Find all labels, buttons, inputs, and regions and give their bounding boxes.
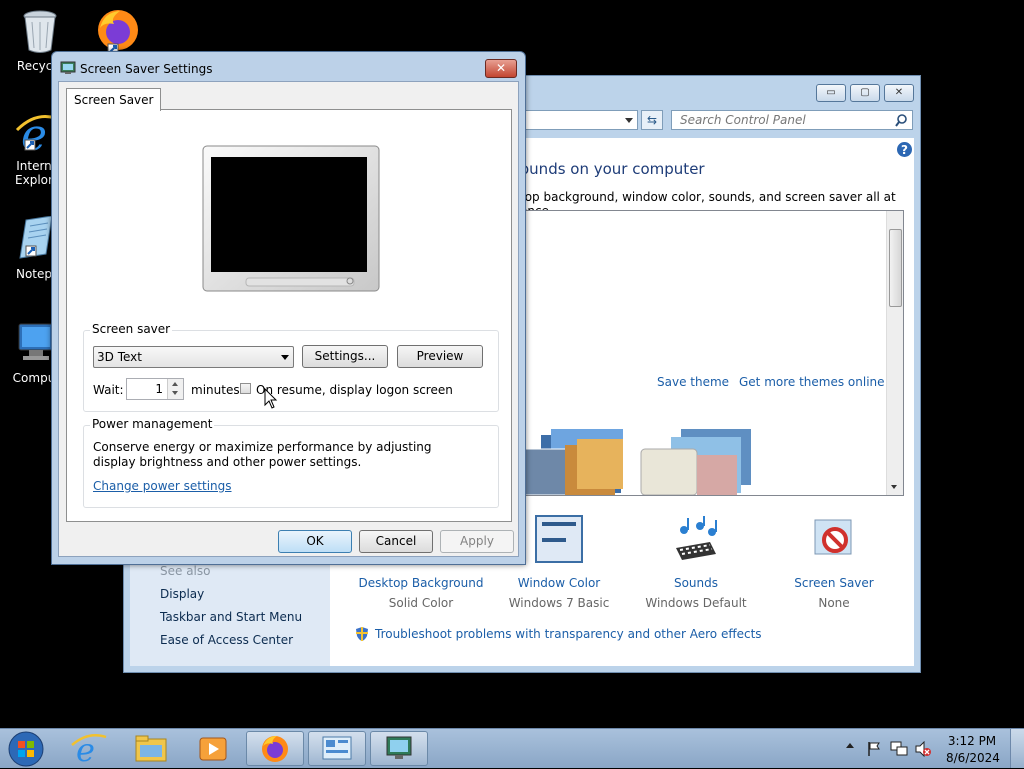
taskbar: e 3:12 PM 8/6/2024 <box>0 728 1024 769</box>
ok-button[interactable]: OK <box>278 530 352 553</box>
screen-saver-item[interactable]: Screen Saver None <box>764 514 904 610</box>
scroll-down-arrow-icon[interactable] <box>891 485 897 489</box>
minimize-button[interactable]: ▭ <box>816 84 846 102</box>
spin-down-icon[interactable] <box>172 391 178 395</box>
screen-saver-select-value: 3D Text <box>97 350 142 364</box>
taskbar-explorer-button[interactable] <box>122 731 180 766</box>
firefox-icon <box>98 10 138 55</box>
screen-saver-select[interactable]: 3D Text <box>93 346 294 368</box>
display-link[interactable]: Display <box>160 587 204 601</box>
refresh-icon[interactable]: ⇆ <box>641 110 663 130</box>
maximize-button[interactable]: ▢ <box>850 84 880 102</box>
spinner-buttons[interactable] <box>167 379 183 399</box>
cancel-button[interactable]: Cancel <box>359 530 433 553</box>
apply-button[interactable]: Apply <box>440 530 514 553</box>
firefox-desktop-icon[interactable] <box>78 6 158 57</box>
ease-of-access-link[interactable]: Ease of Access Center <box>160 633 293 647</box>
sounds-item[interactable]: Sounds Windows Default <box>626 514 766 610</box>
tab-panel: Screen saver 3D Text Settings... Preview… <box>66 109 512 522</box>
sounds-icon <box>676 516 717 560</box>
troubleshoot-link[interactable]: Troubleshoot problems with transparency … <box>375 627 762 641</box>
save-theme-link[interactable]: Save theme <box>657 375 729 389</box>
spin-up-icon[interactable] <box>172 382 178 386</box>
shield-icon <box>356 627 368 641</box>
tab-screen-saver[interactable]: Screen Saver <box>66 88 162 111</box>
taskbar-media-player-button[interactable] <box>184 731 242 766</box>
screen-saver-icon <box>814 519 852 555</box>
clock-date[interactable]: 8/6/2024 <box>946 751 1000 765</box>
resume-logon-label[interactable]: On resume, display logon screen <box>256 383 453 397</box>
folder-icon <box>135 735 167 762</box>
dialog-app-icon <box>60 61 76 74</box>
ie-taskbar-icon: e <box>71 731 107 769</box>
sounds-label[interactable]: Sounds <box>626 576 766 590</box>
clock-time[interactable]: 3:12 PM <box>946 734 998 748</box>
control-panel-icon <box>322 736 352 760</box>
search-box[interactable]: Search Control Panel <box>671 110 913 130</box>
change-power-settings-link[interactable]: Change power settings <box>93 479 232 493</box>
wait-label: Wait: <box>93 383 124 397</box>
sounds-value: Windows Default <box>645 596 747 610</box>
desktop-background-label[interactable]: Desktop Background <box>351 576 491 590</box>
scrollbar-thumb[interactable] <box>889 229 902 307</box>
taskbar-control-panel-button[interactable] <box>308 731 366 766</box>
recycle-bin-graphic <box>23 10 57 53</box>
screen-saver-taskbar-icon <box>386 736 412 759</box>
start-button[interactable] <box>6 730 46 768</box>
dialog-body: Screen Saver Screen saver 3D Text Settin… <box>58 81 519 557</box>
taskbar-firefox-button[interactable] <box>246 731 304 766</box>
window-color-value: Windows 7 Basic <box>508 596 610 610</box>
minutes-label: minutes <box>191 383 240 397</box>
address-bar[interactable] <box>524 110 638 130</box>
network-icon[interactable] <box>890 741 908 757</box>
taskbar-start-menu-link[interactable]: Taskbar and Start Menu <box>160 610 302 624</box>
chevron-down-icon <box>281 355 289 360</box>
dialog-close-button[interactable]: ✕ <box>485 59 517 78</box>
firefox-taskbar-icon <box>262 736 288 762</box>
wait-value[interactable]: 1 <box>155 382 163 396</box>
monitor-preview <box>202 145 380 292</box>
window-color-icon <box>535 515 583 563</box>
resume-logon-checkbox[interactable] <box>240 383 251 394</box>
screen-saver-settings-dialog: Screen Saver Settings ✕ Screen Saver Scr… <box>51 51 526 565</box>
help-icon[interactable]: ? <box>896 141 913 158</box>
settings-button[interactable]: Settings... <box>302 345 388 368</box>
themes-scrollbar[interactable] <box>886 211 903 495</box>
media-player-icon <box>199 737 227 761</box>
show-hidden-icons-icon[interactable] <box>846 743 854 748</box>
preview-button[interactable]: Preview <box>397 345 483 368</box>
themes-list[interactable]: Save theme Get more themes online <box>520 210 904 496</box>
notepad-graphic <box>19 215 53 259</box>
action-center-flag-icon[interactable] <box>866 741 882 757</box>
show-desktop-button[interactable] <box>1010 729 1024 768</box>
power-description: Conserve energy or maximize performance … <box>93 440 432 469</box>
power-management-title: Power management <box>90 417 215 431</box>
get-more-themes-link[interactable]: Get more themes online <box>739 375 885 389</box>
screen-saver-value: None <box>818 596 850 610</box>
window-color-label[interactable]: Window Color <box>489 576 629 590</box>
wait-minutes-spinner[interactable]: 1 <box>126 378 184 400</box>
window-close-button[interactable]: ✕ <box>884 84 914 102</box>
search-icon[interactable] <box>895 114 908 127</box>
see-also-heading: See also <box>160 564 211 578</box>
dialog-title: Screen Saver Settings <box>80 62 213 76</box>
screen-saver-group: Screen saver 3D Text Settings... Preview… <box>83 322 499 412</box>
screen-saver-group-title: Screen saver <box>90 322 173 336</box>
power-management-group: Power management Conserve energy or maxi… <box>83 417 499 508</box>
volume-muted-icon[interactable] <box>914 741 932 757</box>
desktop-background-value: Solid Color <box>388 596 454 610</box>
taskbar-ie-button[interactable]: e <box>60 731 118 769</box>
taskbar-screen-saver-button[interactable] <box>370 731 428 766</box>
mouse-cursor-icon <box>264 388 278 409</box>
search-placeholder: Search Control Panel <box>680 113 806 127</box>
screen-saver-label[interactable]: Screen Saver <box>764 576 904 590</box>
chevron-down-icon[interactable] <box>625 118 633 123</box>
svg-text:?: ? <box>901 143 908 157</box>
theme-thumbnails[interactable] <box>521 425 761 495</box>
page-heading: ounds on your computer <box>520 160 705 178</box>
